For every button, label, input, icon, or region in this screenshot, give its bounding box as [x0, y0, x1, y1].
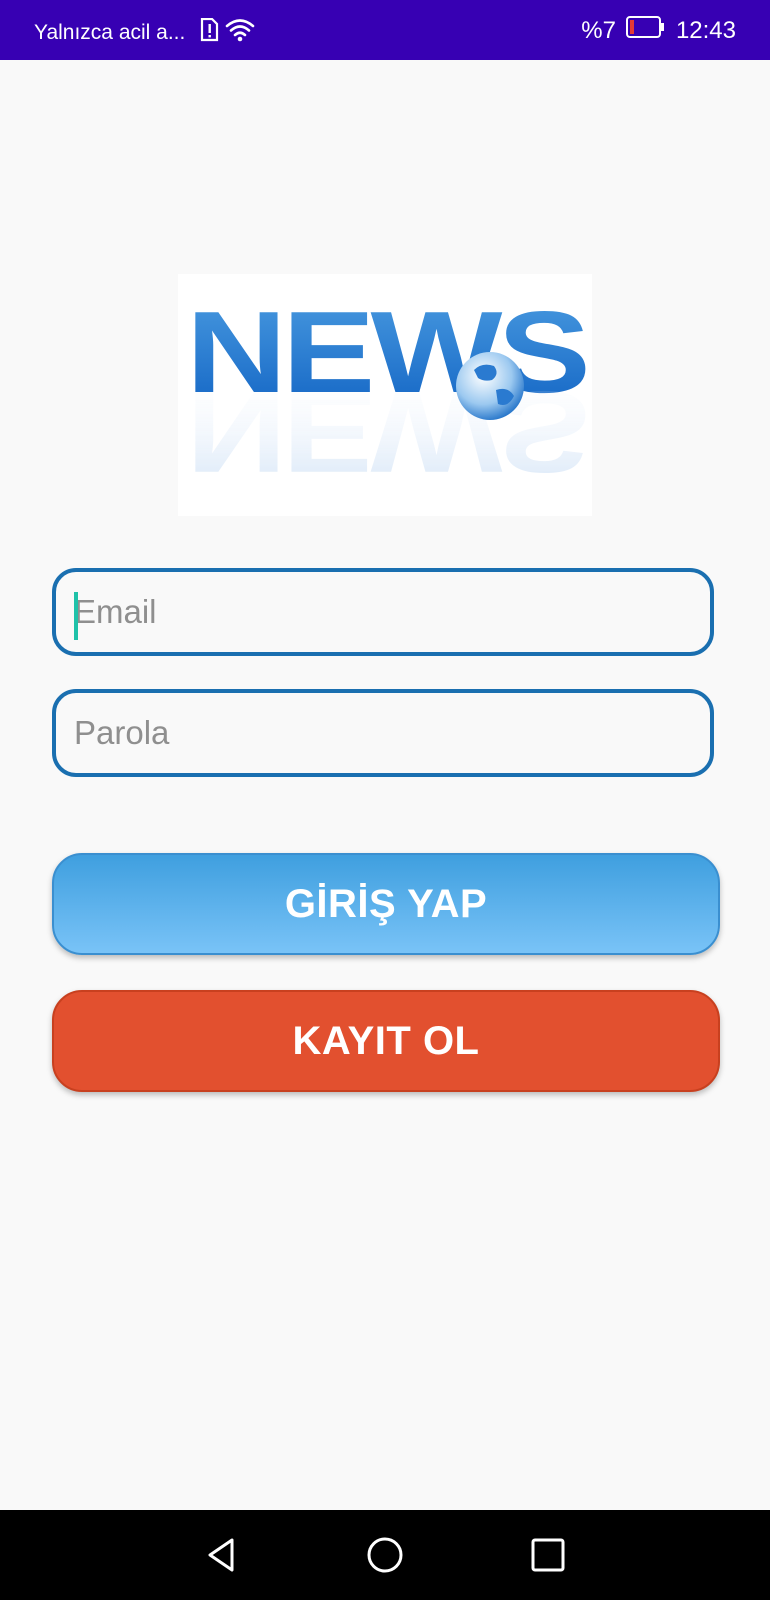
- login-button-label: GİRİŞ YAP: [284, 881, 488, 926]
- carrier-text: Yalnızca acil a...: [34, 21, 186, 44]
- battery-low-icon: [625, 16, 666, 45]
- register-button[interactable]: KAYIT OL: [52, 990, 720, 1092]
- news-logo: NEWS NEWS: [178, 274, 592, 516]
- battery-percent: %7: [581, 16, 616, 44]
- status-right: %7 12:43: [581, 16, 736, 45]
- status-left: Yalnızca acil a...: [34, 17, 255, 48]
- home-icon[interactable]: [365, 1535, 405, 1575]
- register-button-label: KAYIT OL: [292, 1018, 480, 1063]
- navigation-bar: [0, 1510, 770, 1600]
- news-logo-reflection: NEWS: [186, 367, 586, 497]
- wifi-icon: [225, 18, 255, 48]
- status-time: 12:43: [675, 16, 736, 44]
- status-bar: Yalnızca acil a... %7 12:43: [0, 0, 770, 60]
- globe-icon: [456, 352, 524, 420]
- text-cursor: [74, 592, 78, 640]
- email-field[interactable]: [52, 568, 714, 656]
- email-input[interactable]: [74, 572, 694, 652]
- login-button[interactable]: GİRİŞ YAP: [52, 853, 720, 955]
- password-input[interactable]: [74, 693, 694, 773]
- sim-alert-icon: [199, 17, 219, 48]
- password-field[interactable]: [52, 689, 714, 777]
- recent-apps-icon[interactable]: [528, 1535, 568, 1575]
- back-icon[interactable]: [201, 1535, 241, 1575]
